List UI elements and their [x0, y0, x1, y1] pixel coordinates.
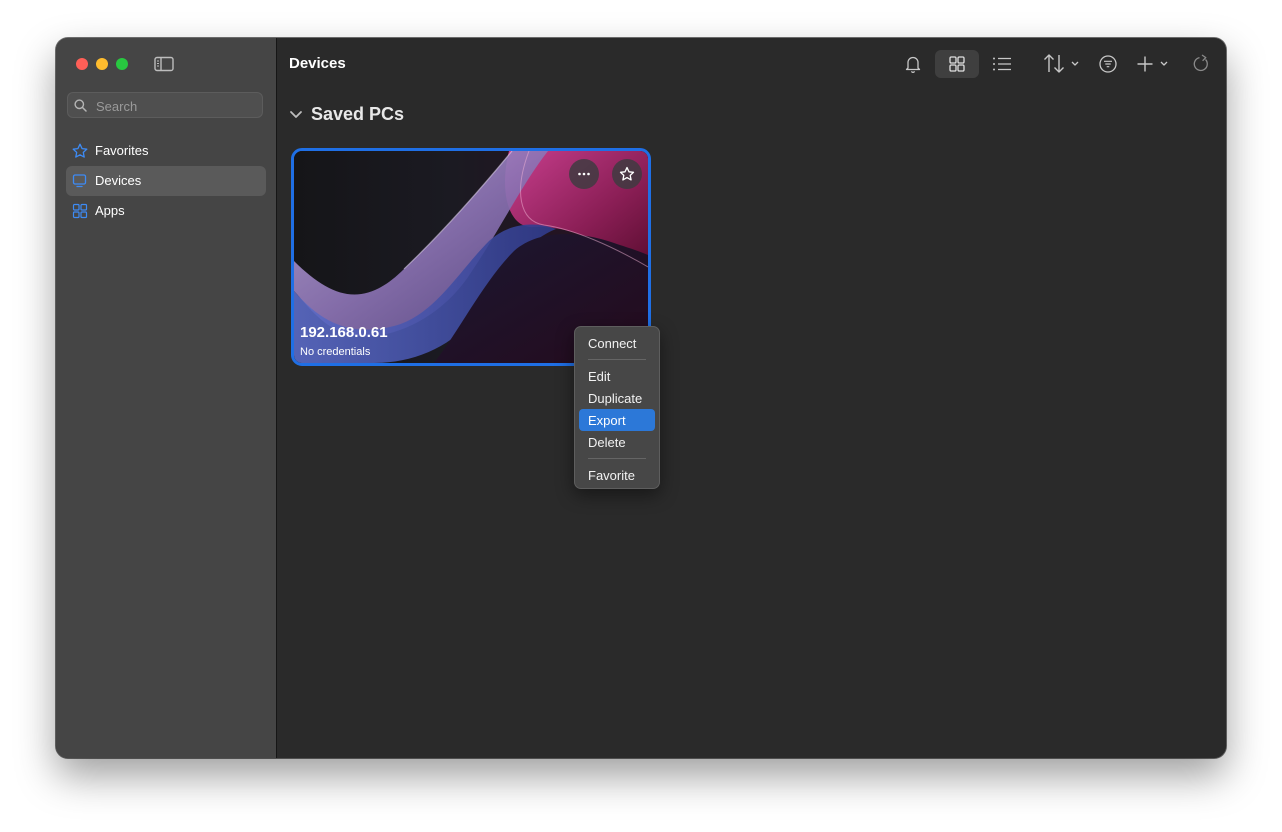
add-button[interactable]: [1133, 50, 1173, 78]
menu-item-edit[interactable]: Edit: [579, 365, 655, 387]
menu-item-duplicate[interactable]: Duplicate: [579, 387, 655, 409]
menu-item-favorite[interactable]: Favorite: [579, 464, 655, 486]
menu-item-label: Connect: [588, 336, 637, 351]
page-title: Devices: [289, 55, 346, 72]
notifications-button[interactable]: [901, 50, 925, 78]
menu-item-label: Delete: [588, 435, 626, 450]
refresh-button[interactable]: [1189, 50, 1213, 78]
sidebar-item-label: Apps: [95, 203, 125, 218]
search-field[interactable]: [67, 92, 263, 118]
minimize-window-button[interactable]: [96, 58, 108, 70]
monitor-icon: [72, 174, 87, 188]
menu-separator: [588, 359, 646, 360]
sidebar-item-favorites[interactable]: Favorites: [66, 136, 266, 166]
add-icon: [1137, 56, 1168, 72]
menu-item-label: Edit: [588, 369, 611, 384]
filter-button[interactable]: [1095, 50, 1121, 78]
apps-grid-icon: [72, 203, 88, 219]
sidebar: Favorites Devices Apps: [56, 38, 277, 758]
sort-icon: [1044, 54, 1079, 73]
sort-button[interactable]: [1041, 50, 1083, 78]
sidebar-item-label: Favorites: [95, 143, 149, 158]
sidebar-item-apps[interactable]: Apps: [66, 196, 266, 226]
grid-view-button[interactable]: [935, 50, 979, 78]
search-input[interactable]: [94, 96, 258, 116]
filter-icon: [1099, 55, 1117, 73]
app-window: Favorites Devices Apps Devices: [56, 38, 1226, 758]
chevron-down-icon: [290, 111, 302, 118]
menu-item-export[interactable]: Export: [579, 409, 655, 431]
list-view-icon: [993, 57, 1011, 71]
grid-view-icon: [949, 56, 965, 72]
card-more-button[interactable]: [569, 159, 599, 189]
bell-icon: [905, 56, 921, 73]
card-favorite-button[interactable]: [612, 159, 642, 189]
menu-item-delete[interactable]: Delete: [579, 431, 655, 453]
zoom-window-button[interactable]: [116, 58, 128, 70]
list-view-button[interactable]: [989, 50, 1015, 78]
ellipsis-icon: [578, 172, 590, 176]
menu-item-label: Export: [588, 413, 626, 428]
star-outline-icon: [619, 166, 635, 181]
search-icon: [74, 99, 87, 112]
close-window-button[interactable]: [76, 58, 88, 70]
menu-item-label: Favorite: [588, 468, 635, 483]
refresh-icon: [1193, 54, 1208, 72]
sidebar-toggle-icon[interactable]: [154, 56, 174, 72]
star-icon: [72, 143, 88, 158]
sidebar-item-devices[interactable]: Devices: [66, 166, 266, 196]
context-menu: Connect Edit Duplicate Export Delete Fav…: [574, 326, 660, 489]
device-name: 192.168.0.61: [300, 324, 388, 341]
menu-separator: [588, 458, 646, 459]
sidebar-item-label: Devices: [95, 173, 142, 188]
device-credentials-status: No credentials: [300, 346, 371, 358]
menu-item-connect[interactable]: Connect: [579, 332, 655, 354]
menu-item-label: Duplicate: [588, 391, 643, 406]
main-content: Devices Saved PCs 192.168.0.61 No creden…: [277, 38, 1226, 758]
section-title: Saved PCs: [311, 104, 405, 124]
